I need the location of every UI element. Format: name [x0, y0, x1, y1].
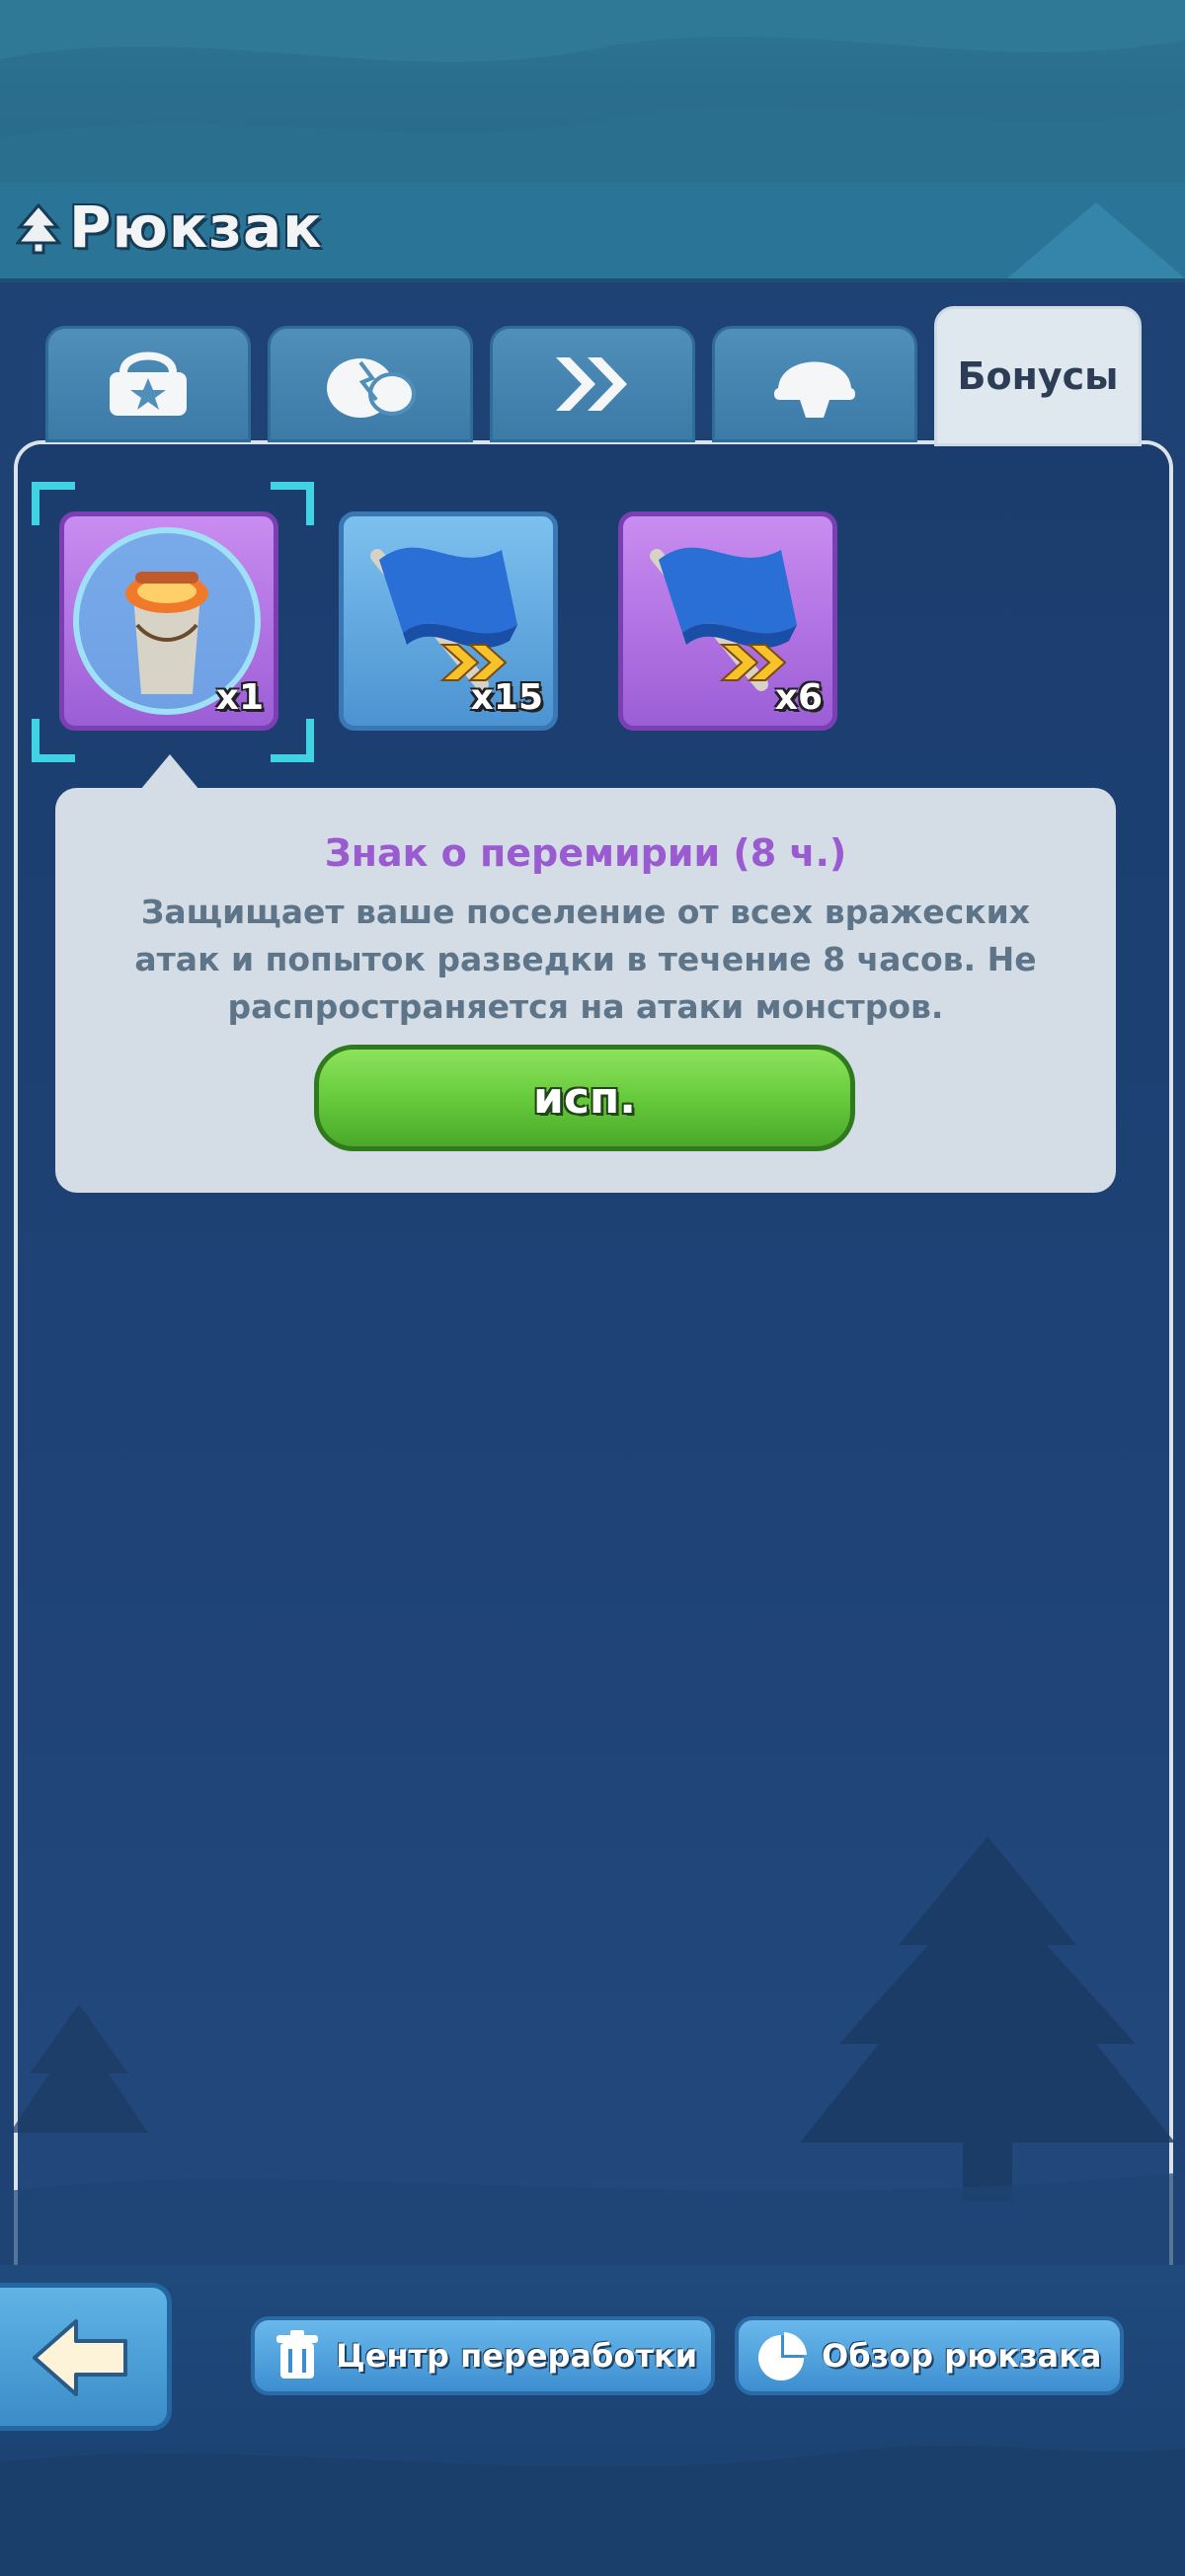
- item-slot-truce[interactable]: x1: [59, 511, 278, 731]
- item-quantity: x6: [774, 677, 823, 718]
- resources-icon: [327, 358, 416, 418]
- pie-chart-icon: [758, 2332, 807, 2381]
- chest-star-icon: [110, 351, 187, 416]
- trash-icon: [276, 2330, 318, 2379]
- tab-bonuses-label: Бонусы: [957, 354, 1119, 398]
- tab-equipment[interactable]: [712, 326, 917, 442]
- tab-speedups[interactable]: [490, 326, 695, 442]
- arrow-left-icon: [33, 2319, 127, 2396]
- page-title: Рюкзак: [69, 194, 323, 261]
- trees-decoration: [0, 1836, 1185, 2291]
- selection-corner-tr: [271, 482, 314, 525]
- backpack-overview-button[interactable]: Обзор рюкзака: [735, 2316, 1124, 2395]
- tooltip-arrow: [140, 754, 199, 790]
- tab-bonuses[interactable]: Бонусы: [934, 306, 1142, 446]
- recycle-center-label: Центр переработки: [336, 2337, 698, 2375]
- selection-corner-br: [271, 719, 314, 762]
- item-quantity: x15: [470, 677, 543, 718]
- bottom-bar: [0, 2265, 1185, 2576]
- tooltip-title: Знак о перемирии (8 ч.): [324, 831, 847, 875]
- item-quantity: x1: [215, 677, 264, 718]
- item-slot-speedup-purple[interactable]: x6: [618, 511, 837, 731]
- back-button[interactable]: [0, 2283, 172, 2431]
- speedup-chevrons-icon: [556, 357, 627, 411]
- backpack-overview-label: Обзор рюкзака: [822, 2337, 1102, 2375]
- tab-resources[interactable]: [268, 326, 473, 442]
- tree-icon: [16, 203, 61, 255]
- use-button[interactable]: исп.: [314, 1045, 855, 1151]
- use-button-label: исп.: [532, 1072, 637, 1124]
- helmet-icon: [774, 361, 855, 418]
- tooltip-description: Защищает ваше поселение от всех вражески…: [134, 893, 1037, 1026]
- bottom-waves-decoration: [0, 2445, 1185, 2576]
- item-slot-speedup-blue[interactable]: x15: [339, 511, 558, 731]
- tab-chest[interactable]: [45, 326, 251, 442]
- recycle-center-button[interactable]: Центр переработки: [251, 2316, 715, 2395]
